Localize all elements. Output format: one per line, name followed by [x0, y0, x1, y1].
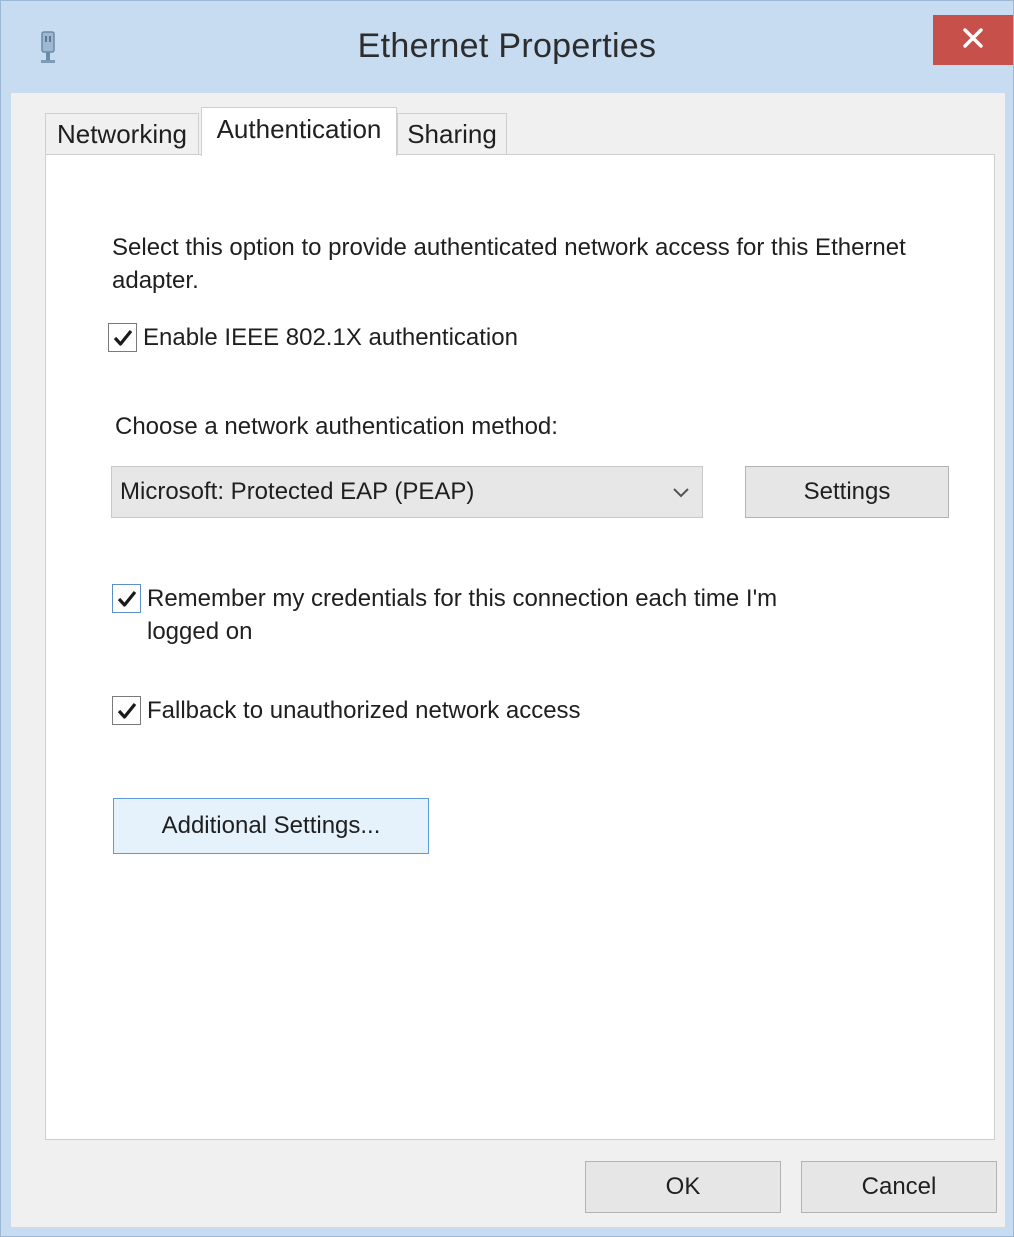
- additional-settings-button[interactable]: Additional Settings...: [113, 798, 429, 854]
- dialog-body: Networking Authentication Sharing Select…: [11, 93, 1005, 1227]
- close-button[interactable]: [933, 15, 1013, 65]
- enable-8021x-option[interactable]: Enable IEEE 802.1X authentication: [108, 323, 518, 354]
- close-icon: [962, 27, 984, 54]
- description-text: Select this option to provide authentica…: [112, 234, 906, 294]
- dialog-window: Ethernet Properties Networking Authentic…: [0, 0, 1014, 1237]
- check-icon: [117, 702, 136, 719]
- fallback-checkbox[interactable]: [112, 696, 141, 725]
- auth-method-value: Microsoft: Protected EAP (PEAP): [120, 478, 475, 505]
- ok-button[interactable]: OK: [585, 1161, 781, 1213]
- chevron-down-icon: [670, 481, 692, 508]
- window-title: Ethernet Properties: [357, 27, 657, 65]
- enable-8021x-label: Enable IEEE 802.1X authentication: [143, 324, 518, 351]
- cancel-button[interactable]: Cancel: [801, 1161, 997, 1213]
- tab-networking[interactable]: Networking: [45, 113, 199, 155]
- settings-button[interactable]: Settings: [745, 466, 949, 518]
- fallback-option[interactable]: Fallback to unauthorized network access: [112, 696, 581, 727]
- fallback-label: Fallback to unauthorized network access: [147, 697, 581, 724]
- remember-credentials-label: Remember my credentials for this connect…: [147, 585, 778, 645]
- authentication-panel: Select this option to provide authentica…: [45, 154, 995, 1140]
- remember-credentials-checkbox[interactable]: [112, 584, 141, 613]
- enable-8021x-checkbox[interactable]: [108, 323, 137, 352]
- check-icon: [113, 329, 132, 346]
- title-bar[interactable]: Ethernet Properties: [1, 1, 1013, 93]
- tab-sharing[interactable]: Sharing: [397, 113, 507, 155]
- auth-method-dropdown[interactable]: Microsoft: Protected EAP (PEAP): [111, 466, 703, 518]
- check-icon: [117, 590, 136, 607]
- method-label: Choose a network authentication method:: [115, 413, 558, 440]
- tab-authentication[interactable]: Authentication: [201, 107, 397, 156]
- remember-credentials-option[interactable]: Remember my credentials for this connect…: [112, 584, 832, 648]
